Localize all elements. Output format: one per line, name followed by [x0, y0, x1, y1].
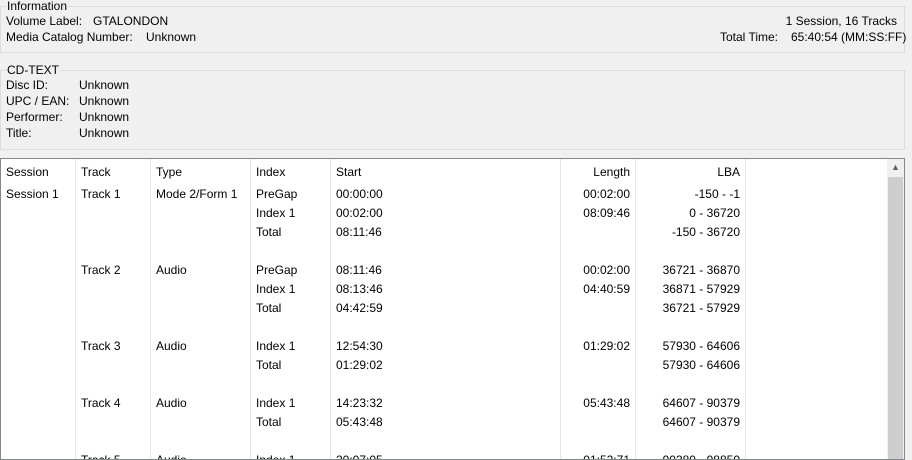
- table-cell-session: Session 1: [6, 187, 59, 201]
- table-cell-index: Index 1: [256, 282, 296, 296]
- table-cell-type: Mode 2/Form 1: [156, 187, 238, 201]
- cdtext-key: Performer:: [6, 110, 63, 124]
- column-header-session[interactable]: Session: [1, 159, 76, 185]
- table-cell-index: Index 1: [256, 206, 296, 220]
- volume-label-key: Volume Label:: [6, 14, 83, 28]
- column-header-track[interactable]: Track: [76, 159, 151, 185]
- table-cell-track: Track 1: [81, 187, 121, 201]
- total-time-value: 65:40:54 (MM:SS:FF): [791, 30, 907, 44]
- table-cell-lba: 0 - 36720: [689, 206, 740, 220]
- mcn-value: Unknown: [146, 30, 197, 44]
- chevron-up-icon[interactable]: ▲: [887, 159, 904, 176]
- table-cell-lba: 64607 - 90379: [662, 415, 740, 429]
- table-cell-lba: 90380 - 98850: [662, 453, 740, 460]
- table-cell-lba: -150 - -1: [694, 187, 740, 201]
- table-cell-index: Index 1: [256, 396, 296, 410]
- table-cell-type: Audio: [156, 396, 187, 410]
- cdtext-value: Unknown: [79, 110, 130, 124]
- table-cell-length: 01:29:02: [583, 339, 630, 353]
- table-cell-start: 01:29:02: [336, 358, 383, 372]
- table-cell-start: 12:54:30: [336, 339, 383, 353]
- table-cell-start: 08:11:46: [336, 225, 382, 239]
- table-cell-length: 04:40:59: [583, 282, 630, 296]
- cdtext-group: CD-TEXT: [0, 63, 905, 150]
- column-header-index[interactable]: Index: [251, 159, 331, 185]
- table-cell-length: 00:02:00: [583, 263, 630, 277]
- table-cell-index: Total: [256, 415, 282, 429]
- table-cell-start: 08:11:46: [336, 263, 382, 277]
- table-cell-track: Track 3: [81, 339, 121, 353]
- table-cell-type: Audio: [156, 263, 187, 277]
- cdtext-value: Unknown: [79, 78, 130, 92]
- total-time-key: Total Time:: [720, 30, 779, 44]
- cdtext-value: Unknown: [79, 94, 130, 108]
- table-cell-length: 05:43:48: [583, 396, 630, 410]
- cdtext-title: CD-TEXT: [6, 63, 60, 77]
- column-header-length[interactable]: Length: [561, 159, 636, 185]
- information-title: Information: [6, 0, 69, 13]
- table-cell-track: Track 2: [81, 263, 121, 277]
- table-cell-index: Total: [256, 225, 282, 239]
- table-cell-start: 00:02:00: [336, 206, 383, 220]
- column-header-start[interactable]: Start: [331, 159, 561, 185]
- table-cell-lba: -150 - 36720: [671, 225, 740, 239]
- sessions-tracks-summary: 1 Session, 16 Tracks: [785, 14, 897, 28]
- column-separator: [75, 159, 76, 459]
- vertical-scrollbar[interactable]: ▲: [887, 159, 904, 459]
- table-cell-start: 14:23:32: [336, 396, 383, 410]
- table-cell-start: 00:00:00: [336, 187, 383, 201]
- table-cell-index: Index 1: [256, 453, 296, 460]
- table-cell-length: 08:09:46: [583, 206, 630, 220]
- table-cell-lba: 36721 - 57929: [662, 301, 740, 315]
- table-cell-lba: 64607 - 90379: [662, 396, 740, 410]
- cdtext-key: Disc ID:: [6, 78, 48, 92]
- table-cell-start: 05:43:48: [336, 415, 383, 429]
- table-cell-length: 01:52:71: [583, 453, 630, 460]
- cdtext-key: Title:: [6, 126, 32, 140]
- table-cell-type: Audio: [156, 453, 187, 460]
- table-cell-lba: 36721 - 36870: [662, 263, 740, 277]
- column-header-lba[interactable]: LBA: [636, 159, 746, 185]
- cdtext-key: UPC / EAN:: [6, 94, 70, 108]
- track-list[interactable]: Session Track Type Index Start Length LBA Sessi…: [0, 158, 905, 460]
- column-separator: [150, 159, 151, 459]
- table-cell-start: 04:42:59: [336, 301, 383, 315]
- table-cell-type: Audio: [156, 339, 187, 353]
- volume-label-value: GTALONDON: [93, 14, 169, 28]
- table-cell-index: PreGap: [256, 263, 298, 277]
- cdtext-value: Unknown: [79, 126, 130, 140]
- table-cell-index: Total: [256, 301, 282, 315]
- table-cell-lba: 57930 - 64606: [662, 358, 740, 372]
- table-cell-index: PreGap: [256, 187, 298, 201]
- table-cell-start: 20:07:05: [336, 453, 383, 460]
- table-cell-index: Total: [256, 358, 282, 372]
- table-cell-index: Index 1: [256, 339, 296, 353]
- table-cell-lba: 57930 - 64606: [662, 339, 740, 353]
- table-cell-length: 00:02:00: [583, 187, 630, 201]
- table-cell-start: 08:13:46: [336, 282, 383, 296]
- table-cell-track: Track 4: [81, 396, 121, 410]
- table-cell-lba: 36871 - 57929: [662, 282, 740, 296]
- column-header-type[interactable]: Type: [151, 159, 251, 185]
- scrollbar-thumb[interactable]: [888, 177, 903, 459]
- mcn-key: Media Catalog Number:: [6, 30, 133, 44]
- table-cell-track: Track 5: [81, 453, 121, 460]
